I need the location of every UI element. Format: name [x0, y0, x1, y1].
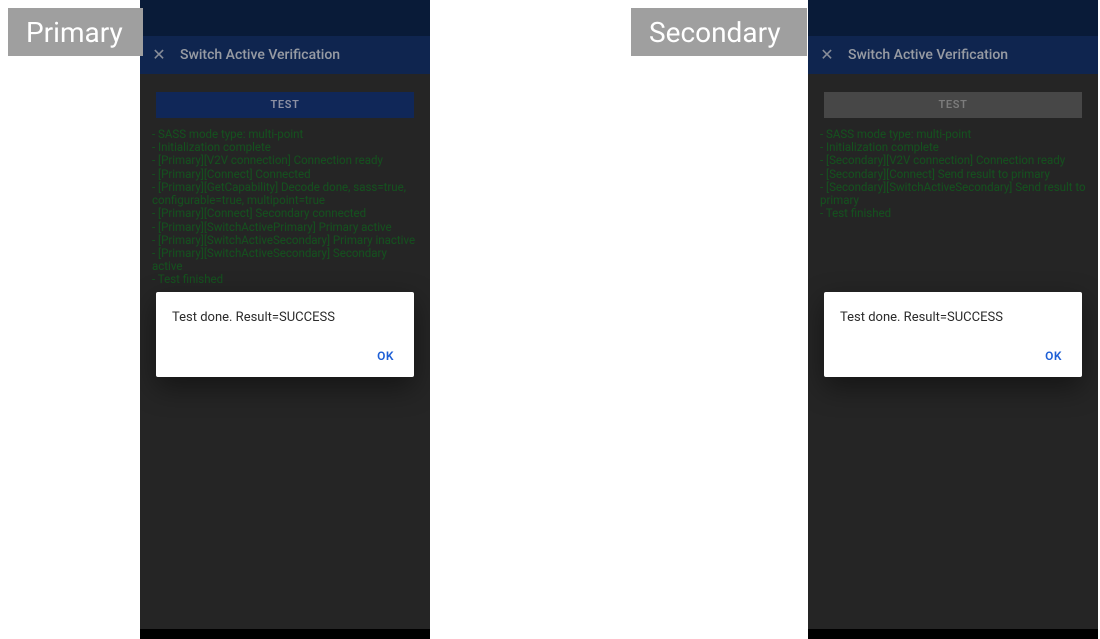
- test-button[interactable]: TEST: [824, 92, 1082, 118]
- phone-primary: ✕ Switch Active Verification TEST - SASS…: [140, 0, 430, 639]
- dialog-message: Test done. Result=SUCCESS: [840, 310, 1066, 325]
- status-bar: [808, 0, 1098, 36]
- app-bar-title: Switch Active Verification: [846, 47, 1008, 63]
- phone-secondary: ✕ Switch Active Verification TEST - SASS…: [808, 0, 1098, 639]
- log-output-secondary: - SASS mode type: multi-point - Initiali…: [818, 128, 1088, 221]
- status-bar: [140, 0, 430, 36]
- dialog-ok-button[interactable]: OK: [1041, 343, 1066, 369]
- app-bar-title: Switch Active Verification: [178, 47, 340, 63]
- result-dialog: Test done. Result=SUCCESS OK: [156, 292, 414, 377]
- panel-label-secondary: Secondary: [631, 8, 807, 56]
- test-button[interactable]: TEST: [156, 92, 414, 118]
- app-bar: ✕ Switch Active Verification: [808, 36, 1098, 74]
- dialog-ok-button[interactable]: OK: [373, 343, 398, 369]
- result-dialog: Test done. Result=SUCCESS OK: [824, 292, 1082, 377]
- log-output-primary: - SASS mode type: multi-point - Initiali…: [150, 128, 420, 287]
- close-icon[interactable]: ✕: [140, 36, 178, 74]
- dialog-message: Test done. Result=SUCCESS: [172, 310, 398, 325]
- app-bar: ✕ Switch Active Verification: [140, 36, 430, 74]
- close-icon[interactable]: ✕: [808, 36, 846, 74]
- panel-label-primary: Primary: [8, 8, 143, 56]
